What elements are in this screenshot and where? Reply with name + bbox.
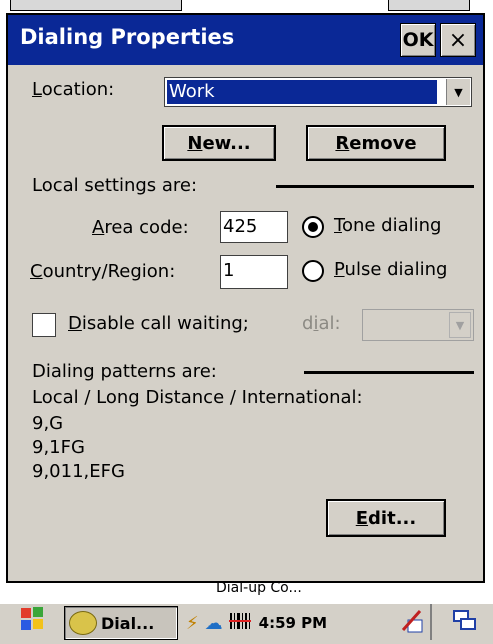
patterns-columns: Local / Long Distance / International:: [32, 387, 363, 408]
country-region-label: Country/Region:: [30, 261, 176, 282]
system-tray: ⚡ ☁ 4:59 PM: [180, 606, 424, 640]
task-button-dialing[interactable]: Dial...: [64, 606, 178, 640]
area-code-label-rest: rea code:: [104, 217, 189, 238]
tone-dialing-radio[interactable]: [302, 216, 324, 238]
new-button-rest: ew...: [202, 132, 251, 154]
location-label: Location:: [32, 79, 115, 100]
dial-label: dial:: [302, 313, 341, 334]
input-panel-icon[interactable]: [400, 608, 426, 640]
pulse-dialing-radio[interactable]: [302, 260, 324, 282]
background-tab-right: [388, 0, 470, 11]
remove-location-button[interactable]: Remove: [306, 125, 446, 161]
taskbar-separator: [430, 604, 432, 640]
barcode-icon[interactable]: [228, 612, 251, 635]
chevron-down-icon[interactable]: ▼: [446, 79, 470, 105]
close-icon: ×: [448, 27, 468, 53]
task-button-label: Dial...: [101, 613, 155, 633]
radio-selected-dot: [308, 222, 318, 232]
local-settings-divider: [276, 185, 474, 188]
chevron-down-icon[interactable]: ▼: [449, 312, 471, 338]
international-pattern: 9,011,EFG: [32, 461, 125, 482]
dialog-title: Dialing Properties: [20, 25, 235, 49]
local-settings-heading: Local settings are:: [32, 175, 198, 196]
battery-icon[interactable]: ⚡: [186, 613, 199, 634]
disable-call-waiting-label[interactable]: Disable call waiting;: [68, 313, 249, 334]
title-bar: Dialing Properties OK ×: [8, 15, 483, 65]
country-label-rest: ountry/Region:: [42, 261, 176, 282]
dialer-icon: [69, 611, 97, 635]
location-value: Work: [167, 80, 437, 104]
edit-button-rest: dit...: [368, 507, 417, 529]
area-code-label: Area code:: [92, 217, 189, 238]
background-window-title: Dial-up Co...: [216, 580, 302, 596]
window-switch-icon[interactable]: [452, 608, 478, 640]
country-region-field[interactable]: 1: [220, 255, 288, 289]
ok-button[interactable]: OK: [400, 23, 436, 57]
dialing-patterns-divider: [304, 371, 474, 374]
call-waiting-label-rest: isable call waiting;: [81, 313, 249, 334]
start-flag-icon[interactable]: [18, 604, 48, 638]
network-icon[interactable]: ☁: [205, 613, 223, 634]
new-location-button[interactable]: New...: [162, 125, 276, 161]
dialing-patterns-heading: Dialing patterns are:: [32, 361, 217, 382]
location-select[interactable]: Work ▼: [164, 77, 472, 107]
location-label-rest: ocation:: [41, 79, 115, 100]
area-code-field[interactable]: 425: [220, 211, 288, 243]
call-waiting-dial-select[interactable]: ▼: [362, 309, 474, 341]
long-distance-pattern: 9,1FG: [32, 437, 85, 458]
background-tab: [10, 0, 182, 11]
tone-dialing-label[interactable]: Tone dialing: [334, 215, 441, 236]
pulse-label-rest: ulse dialing: [344, 259, 448, 280]
dialing-properties-dialog: Dialing Properties OK × Location: Work ▼…: [6, 13, 485, 583]
disable-call-waiting-checkbox[interactable]: [32, 313, 56, 337]
close-button[interactable]: ×: [440, 23, 476, 57]
remove-button-rest: emove: [349, 132, 417, 154]
clock[interactable]: 4:59 PM: [259, 614, 327, 632]
edit-patterns-button[interactable]: Edit...: [326, 499, 446, 537]
pulse-dialing-label[interactable]: Pulse dialing: [334, 259, 447, 280]
local-pattern: 9,G: [32, 413, 64, 434]
tone-label-rest: one dialing: [341, 215, 442, 236]
